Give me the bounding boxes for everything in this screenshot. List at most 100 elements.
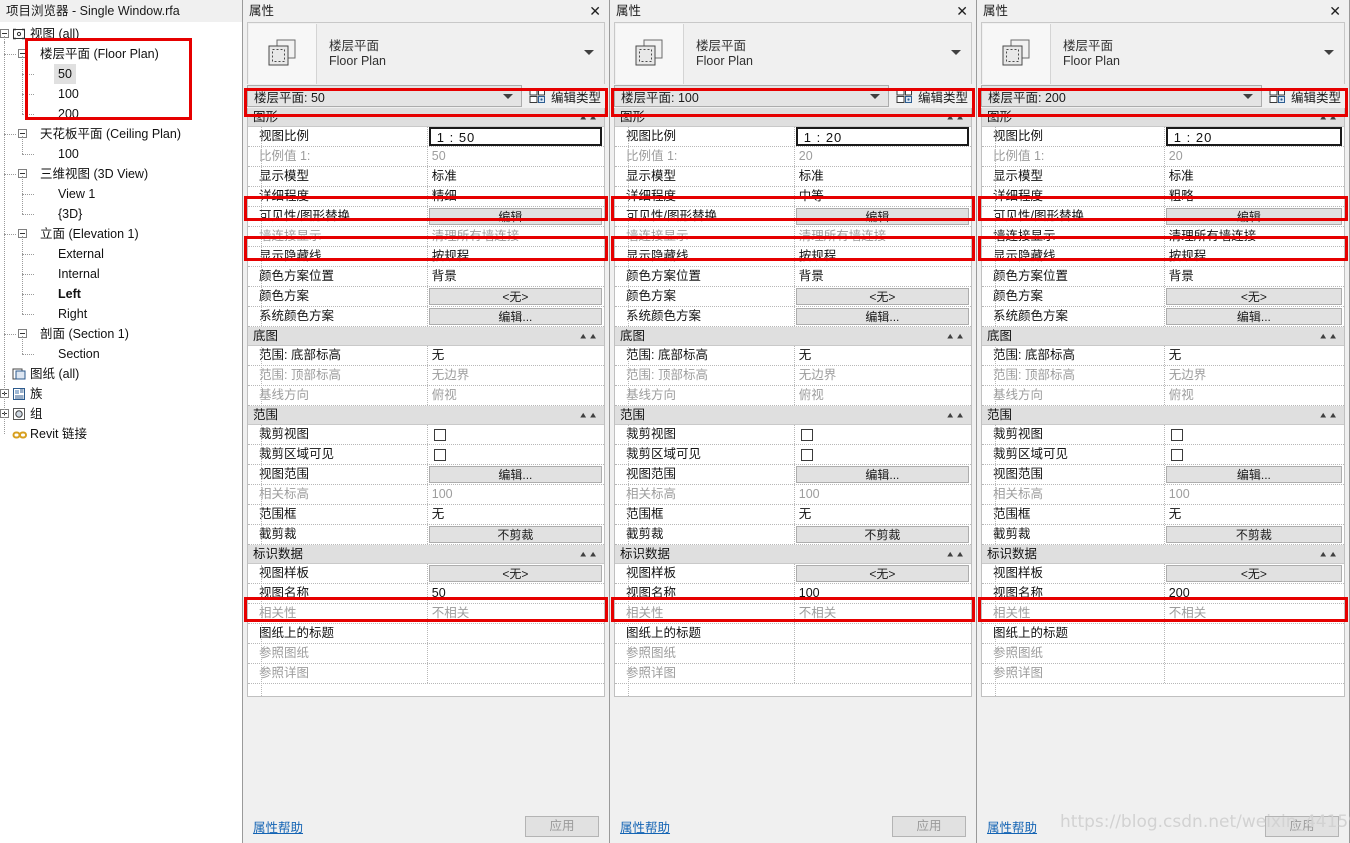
property-group-underlay[interactable]: 底图 ▲▲: [248, 327, 604, 346]
properties-help-link[interactable]: 属性帮助: [253, 817, 303, 836]
tree-item[interactable]: 图纸 (all): [0, 364, 242, 384]
property-row-vg-overrides[interactable]: 可见性/图形替换 编辑...: [615, 207, 971, 227]
crop-region-visible-checkbox[interactable]: [1170, 448, 1183, 461]
property-value[interactable]: 不相关: [428, 604, 604, 623]
property-value[interactable]: 俯视: [795, 386, 971, 405]
property-row-detail-level[interactable]: 详细程度 粗略: [982, 187, 1344, 207]
property-row-scope-box[interactable]: 范围框无: [248, 505, 604, 525]
tree-item[interactable]: 50: [0, 64, 242, 84]
property-value[interactable]: 标准: [428, 167, 604, 186]
property-value[interactable]: 无: [1165, 346, 1344, 365]
property-value[interactable]: 清理所有墙连接: [428, 227, 604, 246]
property-row-color-scheme-location[interactable]: 颜色方案位置 背景: [615, 267, 971, 287]
property-value[interactable]: 无: [1165, 505, 1344, 524]
tree-item[interactable]: {3D}: [0, 204, 242, 224]
tree-item[interactable]: 100: [0, 84, 242, 104]
property-value[interactable]: [795, 624, 971, 643]
chevron-up-icon[interactable]: ▲▲: [1318, 547, 1338, 562]
property-row-view-template[interactable]: 视图样板 <无>: [982, 564, 1344, 584]
chevron-up-icon[interactable]: ▲▲: [1318, 329, 1338, 344]
view-scale-input[interactable]: 1 : 50: [428, 127, 602, 146]
view-range-button[interactable]: 编辑...: [428, 466, 602, 483]
vg-overrides-button[interactable]: 编辑...: [1165, 208, 1342, 225]
crop-view-checkbox[interactable]: [1170, 428, 1183, 441]
view-scale-input[interactable]: 1 : 20: [1165, 127, 1342, 146]
tree-item[interactable]: Left: [0, 284, 242, 304]
property-value[interactable]: 背景: [428, 267, 604, 286]
view-template-button[interactable]: <无>: [1165, 565, 1342, 582]
type-selector-combobox[interactable]: 楼层平面: 100: [614, 85, 889, 107]
chevron-up-icon[interactable]: ▲▲: [1318, 110, 1338, 125]
type-preview[interactable]: 楼层平面 Floor Plan: [614, 22, 972, 84]
tree-item[interactable]: 三维视图 (3D View): [0, 164, 242, 184]
chevron-down-icon[interactable]: [1242, 94, 1253, 99]
tree-item[interactable]: 视图 (all): [0, 24, 242, 44]
chevron-down-icon[interactable]: [584, 50, 594, 55]
property-value[interactable]: 俯视: [1165, 386, 1344, 405]
properties-help-link[interactable]: 属性帮助: [987, 817, 1037, 836]
property-row-system-color-scheme[interactable]: 系统颜色方案 编辑...: [248, 307, 604, 327]
property-row-title-on-sheet[interactable]: 图纸上的标题: [615, 624, 971, 644]
property-value[interactable]: [1165, 644, 1344, 663]
properties-help-link[interactable]: 属性帮助: [620, 817, 670, 836]
property-row-scope-box[interactable]: 范围框无: [982, 505, 1344, 525]
property-value[interactable]: [795, 644, 971, 663]
view-range-button[interactable]: 编辑...: [1165, 466, 1342, 483]
property-row-crop-view[interactable]: 裁剪视图: [615, 425, 971, 445]
property-value[interactable]: 不相关: [1165, 604, 1344, 623]
property-value[interactable]: 背景: [1165, 267, 1344, 286]
edit-type-button[interactable]: 编辑类型: [896, 87, 972, 106]
type-preview[interactable]: 楼层平面 Floor Plan: [247, 22, 605, 84]
property-row-wall-join-display[interactable]: 墙连接显示 清理所有墙连接: [982, 227, 1344, 247]
chevron-down-icon[interactable]: [951, 50, 961, 55]
property-row-crop-view[interactable]: 裁剪视图: [982, 425, 1344, 445]
property-row-depth-clipping[interactable]: 截剪裁 不剪裁: [982, 525, 1344, 545]
view-scale-input[interactable]: 1 : 20: [795, 127, 969, 146]
crop-view-checkbox[interactable]: [800, 428, 813, 441]
property-group-extents[interactable]: 范围 ▲▲: [982, 406, 1344, 425]
tree-item[interactable]: 族: [0, 384, 242, 404]
chevron-up-icon[interactable]: ▲▲: [578, 329, 598, 344]
tree-item[interactable]: View 1: [0, 184, 242, 204]
property-row-depth-clipping[interactable]: 截剪裁 不剪裁: [615, 525, 971, 545]
tree-item[interactable]: Section: [0, 344, 242, 364]
chevron-up-icon[interactable]: ▲▲: [578, 547, 598, 562]
property-value[interactable]: 不相关: [795, 604, 971, 623]
property-row-show-hidden-lines[interactable]: 显示隐藏线 按规程: [248, 247, 604, 267]
crop-view-checkbox[interactable]: [433, 428, 446, 441]
tree-item[interactable]: Revit 链接: [0, 424, 242, 444]
property-value[interactable]: 按规程: [428, 247, 604, 266]
property-row-display-model[interactable]: 显示模型 标准: [615, 167, 971, 187]
property-row-depth-clipping[interactable]: 截剪裁 不剪裁: [248, 525, 604, 545]
type-selector-combobox[interactable]: 楼层平面: 200: [981, 85, 1262, 107]
property-value[interactable]: 20: [795, 147, 971, 166]
depth-clipping-button[interactable]: 不剪裁: [428, 526, 602, 543]
property-group-identity[interactable]: 标识数据 ▲▲: [248, 545, 604, 564]
property-value[interactable]: [795, 664, 971, 683]
property-group-identity[interactable]: 标识数据 ▲▲: [615, 545, 971, 564]
property-row-view-range[interactable]: 视图范围 编辑...: [982, 465, 1344, 485]
property-row-crop-region-visible[interactable]: 裁剪区域可见: [982, 445, 1344, 465]
property-value[interactable]: 无边界: [795, 366, 971, 385]
property-row-system-color-scheme[interactable]: 系统颜色方案 编辑...: [982, 307, 1344, 327]
view-template-button[interactable]: <无>: [795, 565, 969, 582]
chevron-up-icon[interactable]: ▲▲: [945, 110, 965, 125]
close-icon[interactable]: ✕: [589, 0, 601, 22]
tree-item[interactable]: 立面 (Elevation 1): [0, 224, 242, 244]
property-row-color-scheme[interactable]: 颜色方案 <无>: [615, 287, 971, 307]
edit-type-button[interactable]: 编辑类型: [529, 87, 605, 106]
property-value[interactable]: [428, 624, 604, 643]
property-row-color-scheme-location[interactable]: 颜色方案位置 背景: [982, 267, 1344, 287]
property-value[interactable]: 背景: [795, 267, 971, 286]
crop-region-visible-checkbox[interactable]: [800, 448, 813, 461]
chevron-up-icon[interactable]: ▲▲: [578, 110, 598, 125]
system-color-scheme-button[interactable]: 编辑...: [1165, 308, 1342, 325]
property-value[interactable]: 无: [795, 505, 971, 524]
property-value[interactable]: 50: [428, 584, 604, 603]
property-row-crop-view[interactable]: 裁剪视图: [248, 425, 604, 445]
property-row-range-bottom[interactable]: 范围: 底部标高无: [615, 346, 971, 366]
property-group-underlay[interactable]: 底图 ▲▲: [982, 327, 1344, 346]
tree-item[interactable]: 200: [0, 104, 242, 124]
tree-item[interactable]: External: [0, 244, 242, 264]
property-value[interactable]: 粗略: [1165, 187, 1344, 206]
